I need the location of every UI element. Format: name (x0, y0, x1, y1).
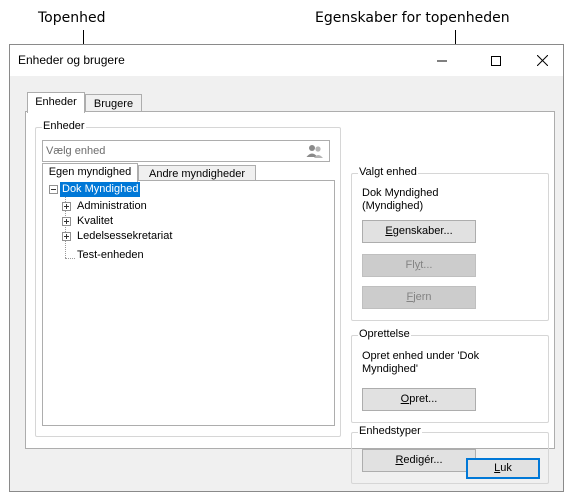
tab-egen-myndighed[interactable]: Egen myndighed (42, 163, 138, 182)
unit-types-group-label: Enhedstyper (358, 425, 422, 437)
expand-icon[interactable] (62, 232, 71, 241)
remove-button-label: jern (413, 291, 432, 303)
minimize-button[interactable] (419, 45, 465, 76)
tab-andre-myndigheder-label: Andre myndigheder (148, 168, 245, 180)
maximize-icon (491, 55, 501, 66)
tree-item-label: Dok Myndighed (60, 182, 141, 197)
tab-egen-myndighed-label: Egen myndighed (48, 166, 132, 178)
selected-unit-group-label: Valgt enhed (358, 166, 418, 178)
selected-unit-name: Dok Myndighed (362, 187, 439, 199)
move-button[interactable]: Flyt... (362, 254, 476, 277)
remove-button[interactable]: Fjern (362, 286, 476, 309)
close-icon (536, 55, 548, 66)
unit-search-input[interactable]: Vælg enhed (42, 140, 330, 162)
tab-brugere-label: Brugere (93, 98, 134, 110)
move-button-label-pre: Fl (405, 259, 415, 271)
maximize-button[interactable] (473, 45, 519, 76)
create-description-line2: Myndighed' (362, 363, 418, 375)
tree-item-label: Test-enheden (77, 249, 144, 261)
title-bar: Enheder og brugere (10, 45, 563, 76)
expand-icon[interactable] (62, 217, 71, 226)
dialog-window: Enheder og brugere Enheder Brugere Enhed… (9, 44, 564, 492)
properties-button[interactable]: Egenskaber... (362, 220, 476, 243)
units-group: Enheder Vælg enhed Egen myndighed Andre … (35, 120, 341, 437)
properties-button-mnemonic: E (385, 225, 393, 237)
create-description-line1: Opret enhed under 'Dok (362, 350, 480, 362)
tree-item-label: Administration (77, 200, 147, 212)
users-icon[interactable] (306, 144, 324, 159)
tree-item-label: Ledelsessekretariat (77, 230, 173, 242)
selected-unit-group: Valgt enhed Dok Myndighed (Myndighed) Eg… (351, 166, 549, 321)
create-group-label: Oprettelse (358, 328, 411, 340)
create-button-label: pret... (409, 393, 438, 405)
close-window-button[interactable] (519, 45, 564, 76)
edit-unit-types-button[interactable]: Redigér... (362, 449, 476, 472)
create-button-mnemonic: O (400, 393, 410, 405)
callout-topenhed: Topenhed (38, 10, 106, 26)
window-title: Enheder og brugere (18, 53, 125, 67)
expand-icon[interactable] (62, 202, 71, 211)
callout-egenskaber: Egenskaber for topenheden (315, 10, 510, 26)
close-button[interactable]: Luk (466, 458, 540, 479)
unit-search-placeholder: Vælg enhed (46, 145, 106, 157)
tab-enheder-label: Enheder (35, 96, 77, 108)
tab-enheder[interactable]: Enheder (27, 92, 85, 113)
close-button-label: uk (500, 462, 512, 474)
unit-tree[interactable]: Dok Myndighed Administration Kvalitet Le… (42, 180, 335, 426)
properties-button-label: genskaber... (392, 225, 453, 237)
create-group: Oprettelse Opret enhed under 'Dok Myndig… (351, 328, 549, 423)
create-button[interactable]: Opret... (362, 388, 476, 411)
units-group-label: Enheder (42, 120, 86, 132)
collapse-icon[interactable] (49, 185, 58, 194)
minimize-icon (437, 60, 447, 61)
edit-unit-types-button-label: edigér... (403, 454, 443, 466)
tab-panel-enheder: Enheder Vælg enhed Egen myndighed Andre … (25, 111, 555, 484)
move-button-label: t... (420, 259, 433, 271)
tree-connector (65, 258, 75, 259)
tree-item-label: Kvalitet (77, 215, 114, 227)
selected-unit-type: (Myndighed) (362, 200, 424, 212)
